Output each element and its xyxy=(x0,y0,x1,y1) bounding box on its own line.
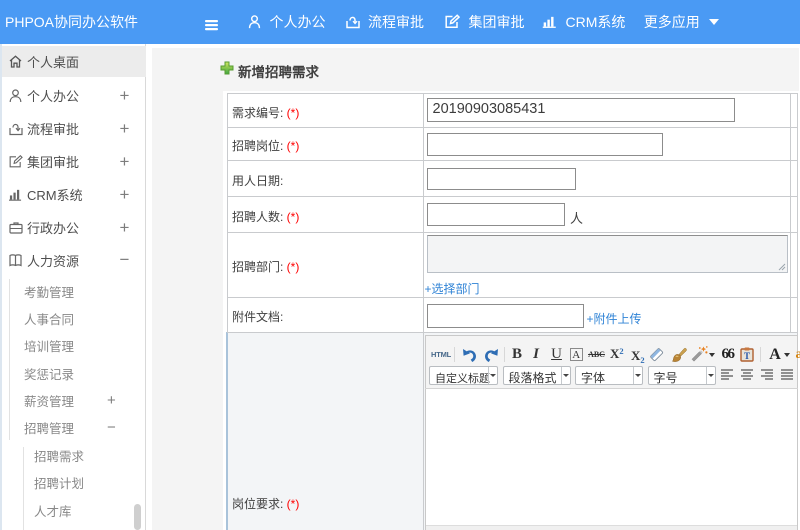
svg-text:T: T xyxy=(744,351,750,361)
